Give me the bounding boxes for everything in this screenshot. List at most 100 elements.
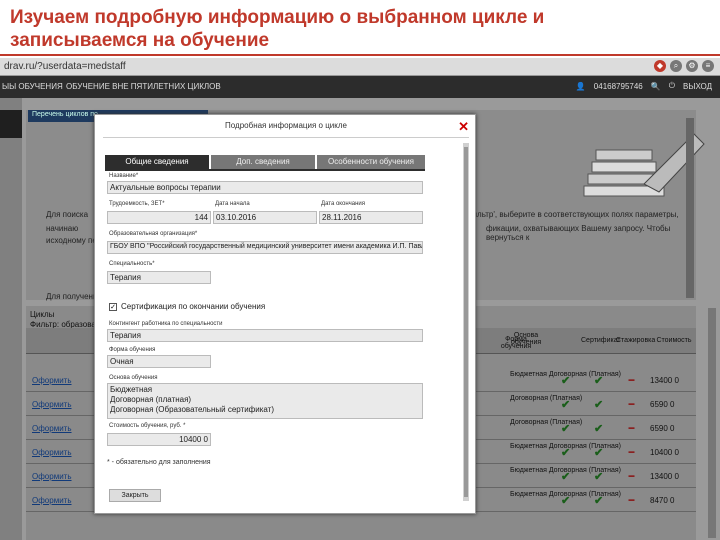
gear-icon[interactable]: ⚙ [686, 60, 698, 72]
title-divider [0, 54, 720, 56]
nav-right: 👤 04168795746 🔍 ⏻ ВЫХОД [576, 81, 712, 91]
page-scrollbar[interactable] [708, 308, 716, 538]
close-icon[interactable]: ✕ [458, 119, 469, 135]
sidebar-dark-block [0, 110, 22, 138]
search-icon[interactable]: ⌕ [670, 60, 682, 72]
internship-check-icon: ✔ [594, 447, 604, 459]
th-intern: Стажировка [616, 337, 656, 344]
internship-check-icon: ✔ [594, 375, 604, 387]
minus-icon: − [628, 421, 636, 435]
certificate-check-icon: ✔ [561, 399, 571, 411]
address-bar[interactable]: drav.ru/?userdata=medstaff ◆ ⌕ ⚙ ≡ [0, 58, 720, 76]
abp-icon[interactable]: ◆ [654, 60, 666, 72]
row-price: 13400 0 [650, 376, 679, 385]
certificate-check-icon: ✔ [561, 471, 571, 483]
row-price: 10400 0 [650, 448, 679, 457]
browser-toolbar: ◆ ⌕ ⚙ ≡ [654, 60, 714, 72]
top-navbar: ЫЫ ОБУЧЕНИЯ ОБУЧЕНИЕ ВНЕ ПЯТИЛЕТНИХ ЦИКЛ… [0, 76, 720, 98]
internship-check-icon: ✔ [594, 495, 604, 507]
tab-general[interactable]: Общие сведения [105, 155, 209, 169]
enroll-link[interactable]: Оформить [32, 448, 72, 457]
enroll-link[interactable]: Оформить [32, 376, 72, 385]
certification-label: Сертификация по окончании обучения [121, 302, 266, 311]
price-label: Стоимость обучения, руб. * [109, 423, 186, 429]
basis-option-budget[interactable]: Бюджетная [110, 385, 420, 395]
end-date-field[interactable]: 28.11.2016 [319, 211, 423, 224]
basis-list[interactable]: Бюджетная Договорная (платная) Договорна… [107, 383, 423, 419]
duration-label: Трудоемкость, ЗЕТ* [109, 201, 165, 207]
minus-icon: − [628, 397, 636, 411]
enroll-link[interactable]: Оформить [32, 472, 72, 481]
minus-icon: − [628, 493, 636, 507]
certificate-check-icon: ✔ [561, 375, 571, 387]
required-note: * - обязательно для заполнения [107, 459, 211, 466]
org-label: Образовательная организация* [109, 231, 198, 237]
cycles-label: Циклы [30, 310, 55, 319]
slide-title: Изучаем подробную информацию о выбранном… [10, 7, 545, 51]
specialty-field[interactable]: Терапия [107, 271, 211, 284]
user-icon: 👤 [575, 81, 586, 91]
th-price: Стоимость [656, 337, 692, 344]
th-basis: Основа обучения [510, 332, 542, 346]
panel-scrollbar[interactable] [686, 118, 694, 298]
address-text: drav.ru/?userdata=medstaff [4, 61, 126, 72]
logout-icon[interactable]: ⏻ [669, 81, 675, 91]
basis-label: Основа обучения [109, 375, 158, 381]
specialty-label: Специальность* [109, 261, 155, 267]
contingent-field[interactable]: Терапия [107, 329, 423, 342]
close-button[interactable]: Закрыть [109, 489, 161, 502]
start-date-field[interactable]: 03.10.2016 [213, 211, 317, 224]
left-sidebar: а ого [0, 98, 22, 540]
modal-tabs: Общие сведения Доп. сведения Особенности… [105, 155, 425, 169]
certificate-check-icon: ✔ [561, 423, 571, 435]
minus-icon: − [628, 445, 636, 459]
form-field[interactable]: Очная [107, 355, 211, 368]
nav-item-non-cycle[interactable]: ОБУЧЕНИЕ ВНЕ ПЯТИЛЕТНИХ ЦИКЛОВ [66, 82, 221, 91]
contingent-label: Контингент работника по специальности [109, 321, 223, 327]
price-field[interactable]: 10400 0 [107, 433, 211, 446]
bg-text-3: начинаю [46, 224, 79, 233]
modal-title: Подробная информация о цикле [225, 121, 347, 130]
row-price: 8470 0 [650, 496, 675, 505]
menu-icon[interactable]: ≡ [702, 60, 714, 72]
org-field[interactable]: ГБОУ ВПО "Российский государственный мед… [107, 241, 423, 254]
start-date-label: Дата начала [215, 201, 250, 207]
enroll-link[interactable]: Оформить [32, 400, 72, 409]
row-basis: Договорная (Платная) [510, 395, 583, 402]
nav-item-cycles[interactable]: ЫЫ ОБУЧЕНИЯ [2, 82, 63, 91]
browser-screenshot: drav.ru/?userdata=medstaff ◆ ⌕ ⚙ ≡ ЫЫ ОБ… [0, 58, 720, 540]
zoom-icon[interactable]: 🔍 [651, 82, 661, 91]
form-label: Форма обучения [109, 347, 156, 353]
modal-scrollbar[interactable] [463, 143, 469, 501]
bg-text-5: исходному пер [46, 236, 102, 245]
row-price: 13400 0 [650, 472, 679, 481]
minus-icon: − [628, 469, 636, 483]
internship-check-icon: ✔ [594, 471, 604, 483]
cycle-detail-modal: Подробная информация о цикле ✕ Общие све… [94, 114, 476, 514]
certificate-check-icon: ✔ [561, 447, 571, 459]
basis-option-paid[interactable]: Договорная (платная) [110, 395, 420, 405]
row-price: 6590 0 [650, 424, 675, 433]
tab-features[interactable]: Особенности обучения [317, 155, 425, 169]
basis-option-cert[interactable]: Договорная (Образовательный сертификат) [110, 405, 420, 415]
minus-icon: − [628, 373, 636, 387]
certification-checkbox[interactable]: ✓ [109, 303, 117, 311]
name-field[interactable]: Актуальные вопросы терапии [107, 181, 423, 194]
enroll-link[interactable]: Оформить [32, 496, 72, 505]
enroll-link[interactable]: Оформить [32, 424, 72, 433]
modal-divider [103, 137, 469, 138]
tab-additional[interactable]: Доп. сведения [211, 155, 315, 169]
internship-check-icon: ✔ [594, 399, 604, 411]
row-price: 6590 0 [650, 400, 675, 409]
duration-field[interactable]: 144 [107, 211, 211, 224]
name-label: Название* [109, 173, 139, 179]
phone-number: 04168795746 [593, 81, 643, 91]
row-basis: Договорная (Платная) [510, 419, 583, 426]
internship-check-icon: ✔ [594, 423, 604, 435]
logout-link[interactable]: ВЫХОД [683, 82, 712, 91]
bg-text-1: Для поиска [46, 210, 89, 219]
bg-text-4: фикации, охватывающих Вашему запросу. Чт… [486, 224, 671, 242]
end-date-label: Дата окончания [321, 201, 366, 207]
tab-underline [105, 169, 425, 171]
certificate-check-icon: ✔ [561, 495, 571, 507]
